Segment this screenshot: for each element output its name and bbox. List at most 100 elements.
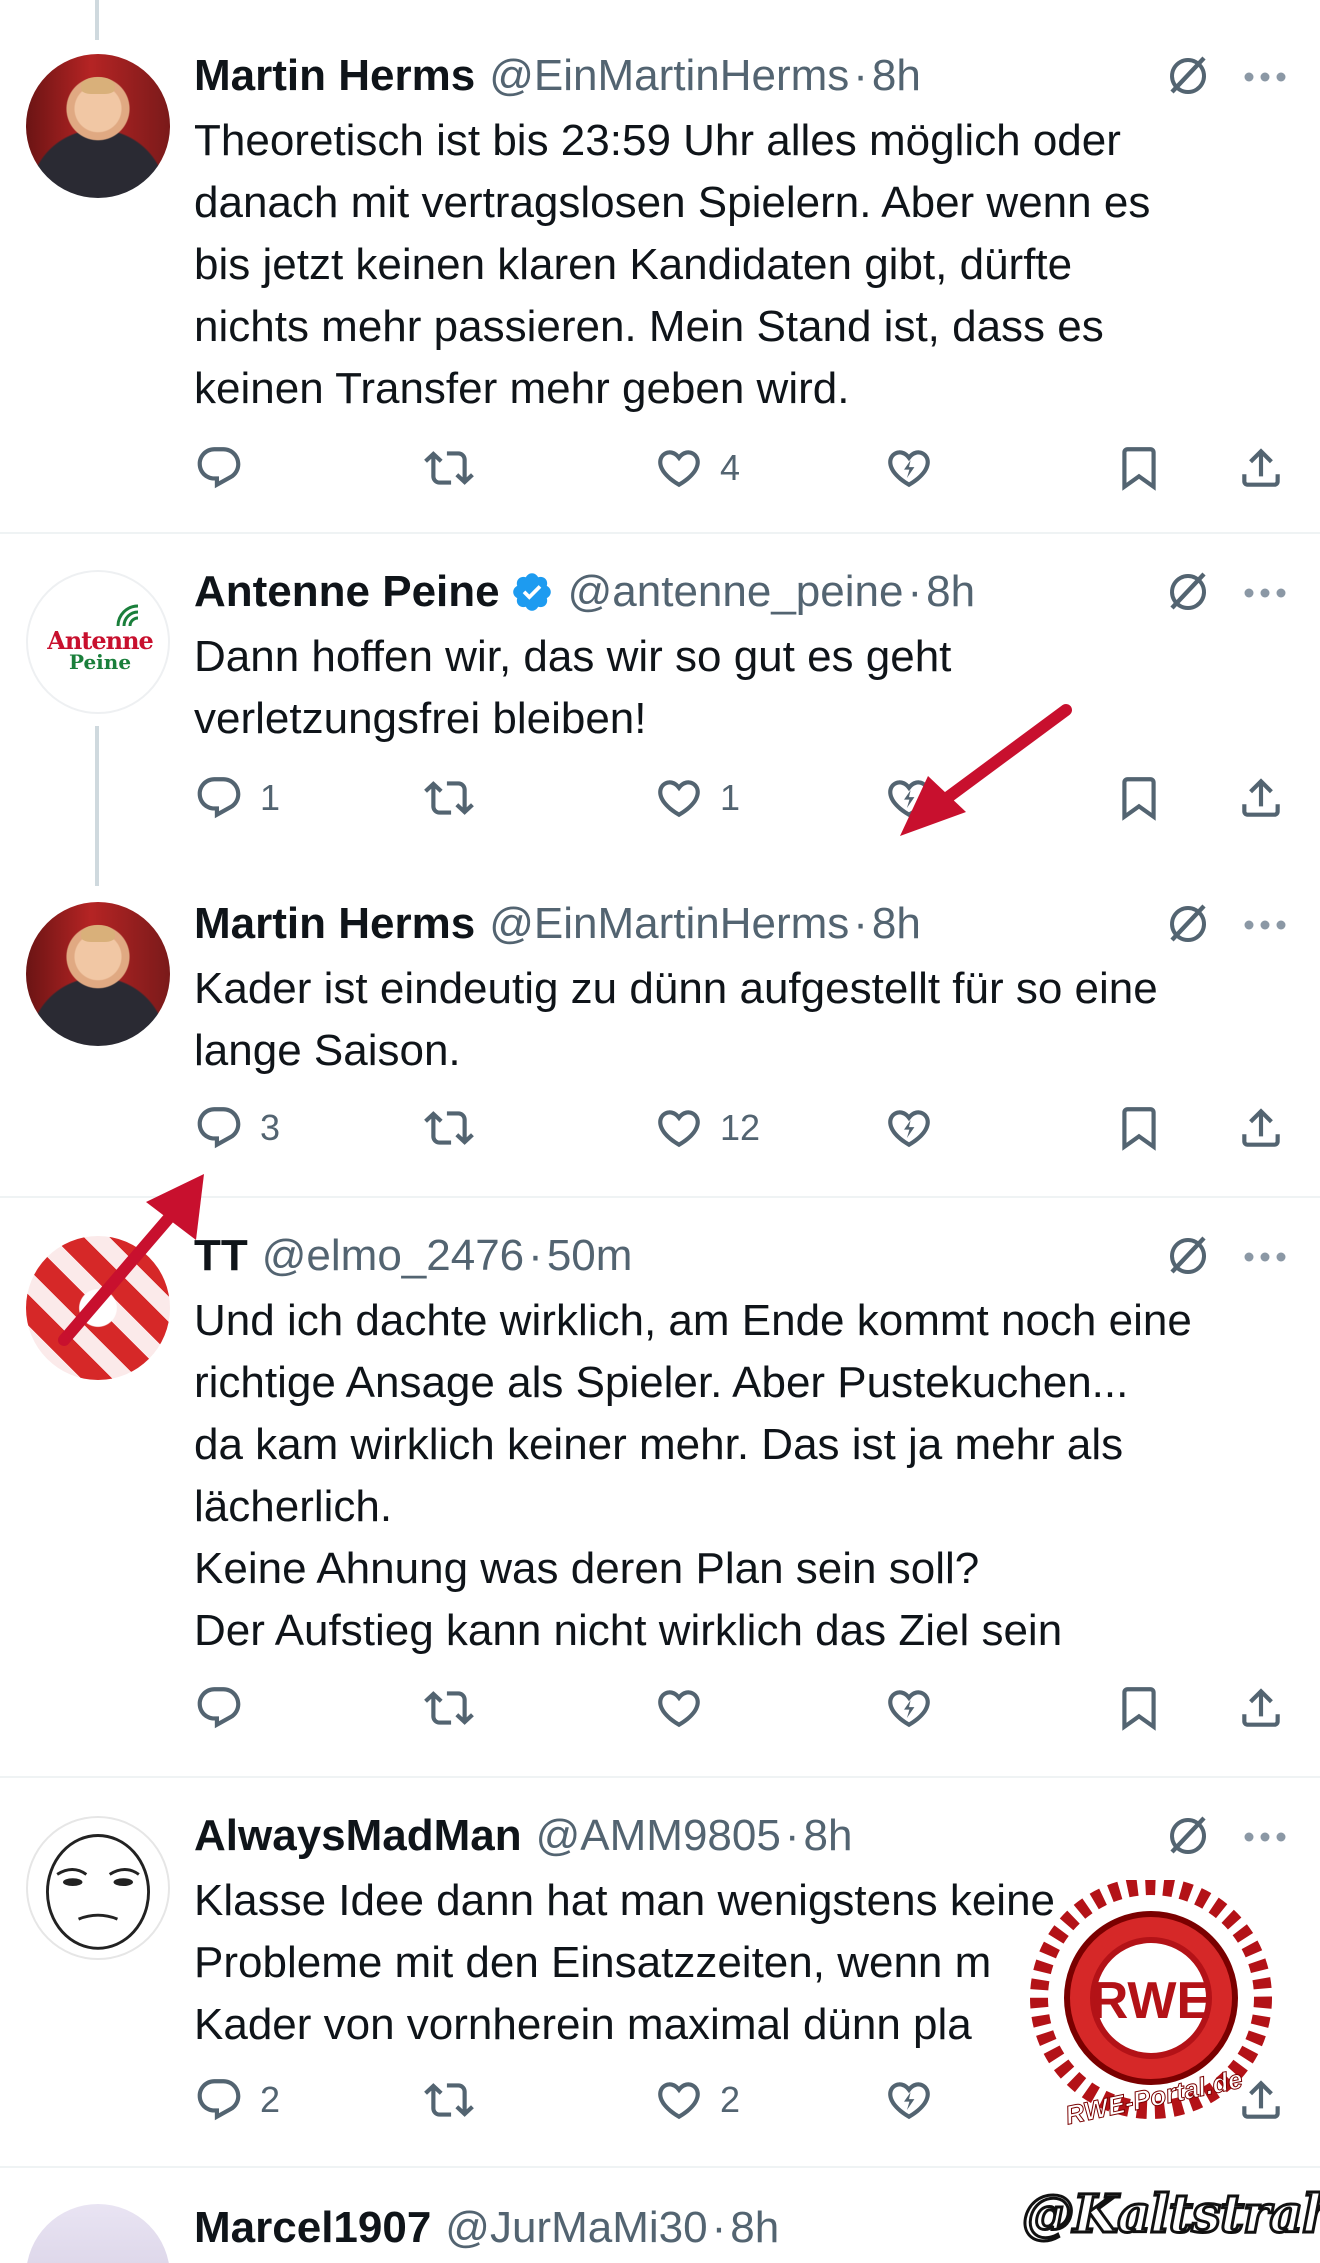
signature-watermark: @Kaltstrahl bbox=[1021, 2183, 1320, 2247]
author-handle[interactable]: @antenne_peine bbox=[568, 567, 904, 617]
red-arrow-annotation bbox=[900, 704, 1072, 836]
retweet-button[interactable] bbox=[424, 2068, 474, 2132]
author-handle[interactable]: @EinMartinHerms bbox=[489, 899, 849, 949]
bookmark-button[interactable] bbox=[1114, 1096, 1164, 1160]
tweet[interactable]: Martin Herms @EinMartinHerms · 8h Kader … bbox=[0, 864, 1320, 1194]
reply-icon bbox=[194, 1683, 244, 1733]
share-button[interactable] bbox=[1236, 1096, 1286, 1160]
retweet-icon bbox=[424, 443, 474, 493]
author-handle[interactable]: @elmo_2476 bbox=[262, 1231, 524, 1281]
share-button[interactable] bbox=[1236, 436, 1286, 500]
tweet-header: TT @elmo_2476 · 50m bbox=[194, 1228, 632, 1284]
avatar[interactable] bbox=[26, 902, 170, 1046]
bookmark-button[interactable] bbox=[1114, 436, 1164, 500]
verified-badge-icon bbox=[512, 573, 551, 611]
timestamp[interactable]: 8h bbox=[926, 567, 975, 617]
favorite-button[interactable] bbox=[884, 2068, 934, 2132]
grok-icon[interactable] bbox=[1164, 900, 1212, 948]
timestamp[interactable]: 8h bbox=[730, 2203, 779, 2253]
reply-button[interactable]: 2 bbox=[194, 2068, 280, 2132]
reply-button[interactable]: 1 bbox=[194, 766, 280, 830]
author-handle[interactable]: @AMM9805 bbox=[536, 1811, 781, 1861]
grok-icon[interactable] bbox=[1164, 1812, 1212, 1860]
reply-count: 1 bbox=[260, 777, 281, 818]
reply-button[interactable] bbox=[194, 436, 260, 500]
author-name[interactable]: Martin Herms bbox=[194, 51, 475, 101]
like-button[interactable]: 1 bbox=[654, 766, 740, 830]
reply-icon bbox=[194, 773, 244, 823]
bookmark-icon bbox=[1114, 1103, 1164, 1153]
share-icon bbox=[1236, 773, 1286, 823]
tweet[interactable]: Antenne Peine Antenne Peine @antenne_pei… bbox=[0, 534, 1320, 864]
action-bar: 3 12 bbox=[0, 1096, 1320, 1160]
heart-bolt-icon bbox=[884, 1683, 934, 1733]
author-handle[interactable]: @EinMartinHerms bbox=[489, 51, 849, 101]
retweet-icon bbox=[424, 2075, 474, 2125]
action-bar: 1 1 bbox=[0, 766, 1320, 830]
more-options-icon[interactable] bbox=[1242, 586, 1288, 600]
like-button[interactable]: 4 bbox=[654, 436, 740, 500]
share-icon bbox=[1236, 443, 1286, 493]
bookmark-icon bbox=[1114, 1683, 1164, 1733]
badge-letters: RWE bbox=[1091, 1972, 1211, 2030]
timestamp[interactable]: 8h bbox=[804, 1811, 853, 1861]
more-options-icon[interactable] bbox=[1242, 918, 1288, 932]
separator-dot: · bbox=[907, 567, 923, 616]
timestamp[interactable]: 8h bbox=[872, 899, 921, 949]
retweet-button[interactable] bbox=[424, 766, 474, 830]
separator-dot: · bbox=[853, 51, 868, 100]
author-name[interactable]: Antenne Peine bbox=[194, 567, 500, 617]
timestamp[interactable]: 8h bbox=[872, 51, 921, 101]
like-count: 2 bbox=[720, 2079, 741, 2120]
author-name[interactable]: Martin Herms bbox=[194, 899, 475, 949]
separator-dot: · bbox=[528, 1231, 543, 1280]
bookmark-button[interactable] bbox=[1114, 766, 1164, 830]
heart-bolt-icon bbox=[884, 443, 934, 493]
like-button[interactable]: 12 bbox=[654, 1096, 760, 1160]
share-button[interactable] bbox=[1236, 766, 1286, 830]
tweet[interactable]: Martin Herms @EinMartinHerms · 8h Theore… bbox=[0, 0, 1320, 530]
favorite-button[interactable] bbox=[884, 1096, 934, 1160]
timestamp[interactable]: 50m bbox=[547, 1231, 633, 1281]
more-options-icon[interactable] bbox=[1242, 1250, 1288, 1264]
like-count: 12 bbox=[720, 1107, 761, 1148]
avatar[interactable] bbox=[26, 1816, 170, 1960]
favorite-button[interactable] bbox=[884, 1676, 934, 1740]
tweet-text: Theoretisch ist bis 23:59 Uhr alles mögl… bbox=[194, 116, 1151, 413]
tweet-header: Antenne Peine @antenne_peine · 8h bbox=[194, 564, 975, 620]
retweet-button[interactable] bbox=[424, 1096, 474, 1160]
heart-bolt-icon bbox=[884, 2075, 934, 2125]
heart-icon bbox=[654, 443, 704, 493]
more-options-icon[interactable] bbox=[1242, 70, 1288, 84]
reply-icon bbox=[194, 2075, 244, 2125]
heart-icon bbox=[654, 1683, 704, 1733]
grok-icon[interactable] bbox=[1164, 52, 1212, 100]
meme-face-icon bbox=[45, 1834, 151, 1950]
reply-button[interactable] bbox=[194, 1676, 260, 1740]
tweet-text: Und ich dachte wirklich, am Ende kommt n… bbox=[194, 1296, 1192, 1655]
author-name[interactable]: AlwaysMadMan bbox=[194, 1811, 522, 1861]
reply-button[interactable]: 3 bbox=[194, 1096, 280, 1160]
like-button[interactable]: 2 bbox=[654, 2068, 740, 2132]
grok-icon[interactable] bbox=[1164, 568, 1212, 616]
favorite-button[interactable] bbox=[884, 436, 934, 500]
author-handle[interactable]: @JurMaMi30 bbox=[445, 2203, 707, 2253]
author-name[interactable]: Marcel1907 bbox=[194, 2203, 431, 2253]
bookmark-button[interactable] bbox=[1114, 1676, 1164, 1740]
avatar[interactable] bbox=[26, 2204, 170, 2263]
heart-bolt-icon bbox=[884, 1103, 934, 1153]
like-button[interactable] bbox=[654, 1676, 720, 1740]
action-bar: 4 bbox=[0, 436, 1320, 500]
retweet-button[interactable] bbox=[424, 1676, 474, 1740]
separator-dot: · bbox=[711, 2203, 727, 2252]
avatar[interactable] bbox=[26, 54, 170, 198]
like-count: 1 bbox=[720, 777, 741, 818]
share-button[interactable] bbox=[1236, 1676, 1286, 1740]
tweet-text: Dann hoffen wir, das wir so gut es geht … bbox=[194, 632, 952, 743]
heart-icon bbox=[654, 1103, 704, 1153]
grok-icon[interactable] bbox=[1164, 1232, 1212, 1280]
more-options-icon[interactable] bbox=[1242, 1830, 1288, 1844]
retweet-button[interactable] bbox=[424, 436, 474, 500]
avatar[interactable]: Antenne Peine bbox=[26, 570, 170, 714]
logo-text: Peine bbox=[68, 650, 132, 674]
